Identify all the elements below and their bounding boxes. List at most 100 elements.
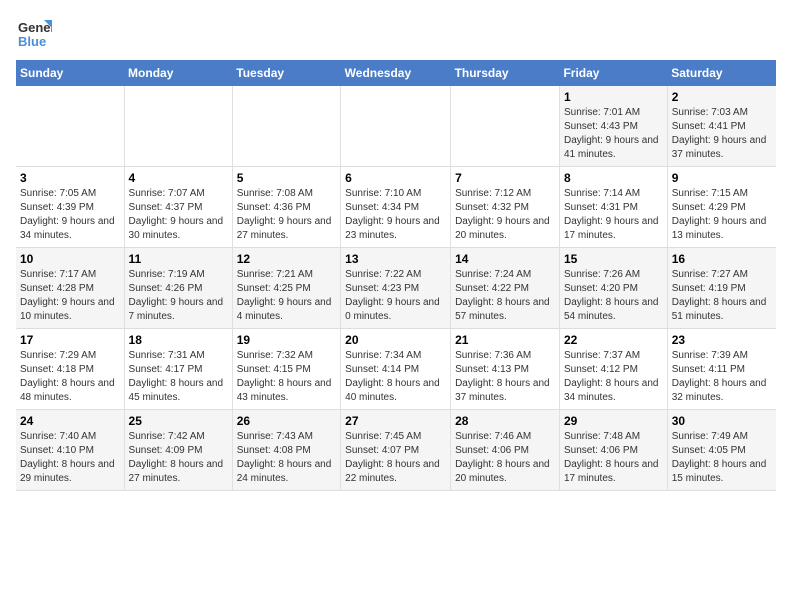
day-number: 9 bbox=[672, 171, 772, 185]
calendar-cell: 10 Sunrise: 7:17 AM Sunset: 4:28 PM Dayli… bbox=[16, 248, 124, 329]
calendar-cell: 26Sunrise: 7:43 AM Sunset: 4:08 PM Dayli… bbox=[232, 410, 340, 491]
day-info: Sunrise: 7:07 AM Sunset: 4:37 PM Dayligh… bbox=[129, 187, 228, 243]
calendar-cell: 18Sunrise: 7:31 AM Sunset: 4:17 PM Dayli… bbox=[124, 329, 232, 410]
calendar-body: 1 Sunrise: 7:01 AM Sunset: 4:43 PM Daylig… bbox=[16, 86, 776, 491]
day-number: 4 bbox=[129, 171, 228, 185]
day-number: 10 bbox=[20, 252, 120, 266]
calendar-cell: 16Sunrise: 7:27 AM Sunset: 4:19 PM Dayli… bbox=[667, 248, 776, 329]
calendar-cell: 21Sunrise: 7:36 AM Sunset: 4:13 PM Dayli… bbox=[451, 329, 560, 410]
calendar-week-3: 10 Sunrise: 7:17 AM Sunset: 4:28 PM Dayli… bbox=[16, 248, 776, 329]
calendar-cell: 13 Sunrise: 7:22 AM Sunset: 4:23 PM Dayli… bbox=[341, 248, 451, 329]
day-info: Sunrise: 7:37 AM Sunset: 4:12 PM Dayligh… bbox=[564, 349, 663, 405]
calendar-cell: 17 Sunrise: 7:29 AM Sunset: 4:18 PM Dayli… bbox=[16, 329, 124, 410]
day-number: 28 bbox=[455, 414, 555, 428]
calendar-cell: 20 Sunrise: 7:34 AM Sunset: 4:14 PM Dayli… bbox=[341, 329, 451, 410]
day-number: 14 bbox=[455, 252, 555, 266]
day-info: Sunrise: 7:45 AM Sunset: 4:07 PM Dayligh… bbox=[345, 430, 446, 486]
day-number: 23 bbox=[672, 333, 772, 347]
day-number: 30 bbox=[672, 414, 772, 428]
calendar-cell: 3 Sunrise: 7:05 AM Sunset: 4:39 PM Daylig… bbox=[16, 167, 124, 248]
logo-icon: General Blue bbox=[16, 16, 52, 52]
day-number: 21 bbox=[455, 333, 555, 347]
day-info: Sunrise: 7:24 AM Sunset: 4:22 PM Dayligh… bbox=[455, 268, 555, 324]
calendar-cell: 19 Sunrise: 7:32 AM Sunset: 4:15 PM Dayli… bbox=[232, 329, 340, 410]
day-info: Sunrise: 7:12 AM Sunset: 4:32 PM Dayligh… bbox=[455, 187, 555, 243]
weekday-header-wednesday: Wednesday bbox=[341, 60, 451, 86]
day-number: 16 bbox=[672, 252, 772, 266]
calendar-cell: 1 Sunrise: 7:01 AM Sunset: 4:43 PM Daylig… bbox=[559, 86, 667, 167]
day-number: 24 bbox=[20, 414, 120, 428]
day-number: 20 bbox=[345, 333, 446, 347]
day-number: 17 bbox=[20, 333, 120, 347]
day-number: 12 bbox=[237, 252, 336, 266]
day-number: 5 bbox=[237, 171, 336, 185]
calendar-cell: 8 Sunrise: 7:14 AM Sunset: 4:31 PM Daylig… bbox=[559, 167, 667, 248]
calendar-cell: 28 Sunrise: 7:46 AM Sunset: 4:06 PM Dayli… bbox=[451, 410, 560, 491]
calendar-week-5: 24 Sunrise: 7:40 AM Sunset: 4:10 PM Dayli… bbox=[16, 410, 776, 491]
day-info: Sunrise: 7:01 AM Sunset: 4:43 PM Dayligh… bbox=[564, 106, 663, 162]
day-number: 13 bbox=[345, 252, 446, 266]
calendar-cell: 6Sunrise: 7:10 AM Sunset: 4:34 PM Daylig… bbox=[341, 167, 451, 248]
day-number: 7 bbox=[455, 171, 555, 185]
day-info: Sunrise: 7:17 AM Sunset: 4:28 PM Dayligh… bbox=[20, 268, 120, 324]
weekday-header-monday: Monday bbox=[124, 60, 232, 86]
day-info: Sunrise: 7:03 AM Sunset: 4:41 PM Dayligh… bbox=[672, 106, 772, 162]
day-number: 3 bbox=[20, 171, 120, 185]
calendar-cell: 27 Sunrise: 7:45 AM Sunset: 4:07 PM Dayli… bbox=[341, 410, 451, 491]
calendar-cell: 29 Sunrise: 7:48 AM Sunset: 4:06 PM Dayli… bbox=[559, 410, 667, 491]
calendar-cell: 22Sunrise: 7:37 AM Sunset: 4:12 PM Dayli… bbox=[559, 329, 667, 410]
calendar-cell bbox=[341, 86, 451, 167]
day-number: 26 bbox=[237, 414, 336, 428]
calendar-cell bbox=[16, 86, 124, 167]
day-number: 8 bbox=[564, 171, 663, 185]
weekday-header-thursday: Thursday bbox=[451, 60, 560, 86]
day-info: Sunrise: 7:46 AM Sunset: 4:06 PM Dayligh… bbox=[455, 430, 555, 486]
header: General Blue bbox=[16, 16, 776, 52]
day-info: Sunrise: 7:40 AM Sunset: 4:10 PM Dayligh… bbox=[20, 430, 120, 486]
day-info: Sunrise: 7:05 AM Sunset: 4:39 PM Dayligh… bbox=[20, 187, 120, 243]
day-info: Sunrise: 7:08 AM Sunset: 4:36 PM Dayligh… bbox=[237, 187, 336, 243]
day-number: 1 bbox=[564, 90, 663, 104]
logo: General Blue bbox=[16, 16, 52, 52]
calendar-cell bbox=[451, 86, 560, 167]
calendar-cell: 25Sunrise: 7:42 AM Sunset: 4:09 PM Dayli… bbox=[124, 410, 232, 491]
calendar-cell: 4 Sunrise: 7:07 AM Sunset: 4:37 PM Daylig… bbox=[124, 167, 232, 248]
calendar-cell: 7 Sunrise: 7:12 AM Sunset: 4:32 PM Daylig… bbox=[451, 167, 560, 248]
day-info: Sunrise: 7:14 AM Sunset: 4:31 PM Dayligh… bbox=[564, 187, 663, 243]
calendar-cell: 11 Sunrise: 7:19 AM Sunset: 4:26 PM Dayli… bbox=[124, 248, 232, 329]
day-number: 29 bbox=[564, 414, 663, 428]
day-info: Sunrise: 7:39 AM Sunset: 4:11 PM Dayligh… bbox=[672, 349, 772, 405]
weekday-header-tuesday: Tuesday bbox=[232, 60, 340, 86]
calendar-cell: 12 Sunrise: 7:21 AM Sunset: 4:25 PM Dayli… bbox=[232, 248, 340, 329]
day-info: Sunrise: 7:48 AM Sunset: 4:06 PM Dayligh… bbox=[564, 430, 663, 486]
day-info: Sunrise: 7:49 AM Sunset: 4:05 PM Dayligh… bbox=[672, 430, 772, 486]
day-info: Sunrise: 7:22 AM Sunset: 4:23 PM Dayligh… bbox=[345, 268, 446, 324]
calendar-cell: 30 Sunrise: 7:49 AM Sunset: 4:05 PM Dayli… bbox=[667, 410, 776, 491]
calendar-cell: 14 Sunrise: 7:24 AM Sunset: 4:22 PM Dayli… bbox=[451, 248, 560, 329]
weekday-header-friday: Friday bbox=[559, 60, 667, 86]
day-number: 18 bbox=[129, 333, 228, 347]
day-info: Sunrise: 7:10 AM Sunset: 4:34 PM Dayligh… bbox=[345, 187, 446, 243]
day-info: Sunrise: 7:29 AM Sunset: 4:18 PM Dayligh… bbox=[20, 349, 120, 405]
day-info: Sunrise: 7:19 AM Sunset: 4:26 PM Dayligh… bbox=[129, 268, 228, 324]
calendar-cell: 23 Sunrise: 7:39 AM Sunset: 4:11 PM Dayli… bbox=[667, 329, 776, 410]
svg-text:Blue: Blue bbox=[18, 34, 46, 49]
day-info: Sunrise: 7:32 AM Sunset: 4:15 PM Dayligh… bbox=[237, 349, 336, 405]
weekday-header-sunday: Sunday bbox=[16, 60, 124, 86]
day-info: Sunrise: 7:21 AM Sunset: 4:25 PM Dayligh… bbox=[237, 268, 336, 324]
day-number: 2 bbox=[672, 90, 772, 104]
calendar-cell bbox=[232, 86, 340, 167]
day-info: Sunrise: 7:26 AM Sunset: 4:20 PM Dayligh… bbox=[564, 268, 663, 324]
calendar-table: SundayMondayTuesdayWednesdayThursdayFrid… bbox=[16, 60, 776, 491]
day-number: 27 bbox=[345, 414, 446, 428]
day-number: 25 bbox=[129, 414, 228, 428]
day-info: Sunrise: 7:34 AM Sunset: 4:14 PM Dayligh… bbox=[345, 349, 446, 405]
calendar-cell: 2 Sunrise: 7:03 AM Sunset: 4:41 PM Daylig… bbox=[667, 86, 776, 167]
calendar-cell: 5 Sunrise: 7:08 AM Sunset: 4:36 PM Daylig… bbox=[232, 167, 340, 248]
calendar-week-4: 17 Sunrise: 7:29 AM Sunset: 4:18 PM Dayli… bbox=[16, 329, 776, 410]
calendar-week-2: 3 Sunrise: 7:05 AM Sunset: 4:39 PM Daylig… bbox=[16, 167, 776, 248]
day-number: 11 bbox=[129, 252, 228, 266]
day-number: 15 bbox=[564, 252, 663, 266]
calendar-cell bbox=[124, 86, 232, 167]
day-number: 19 bbox=[237, 333, 336, 347]
